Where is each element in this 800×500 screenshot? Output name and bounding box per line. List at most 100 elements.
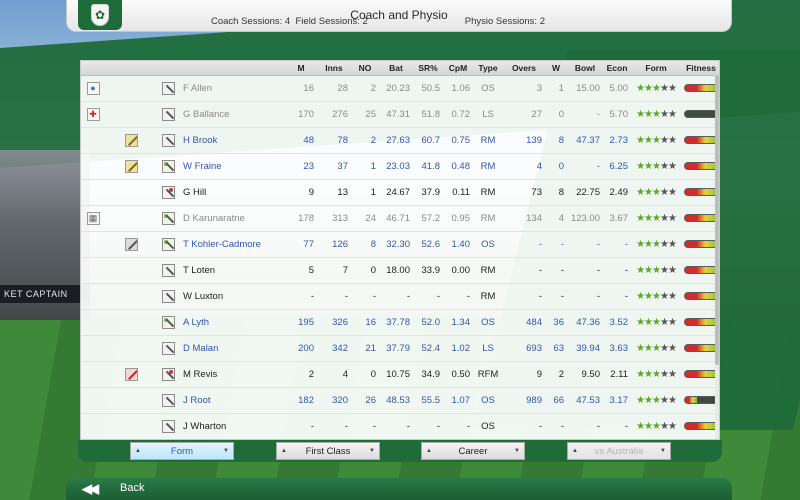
keeper-icon [161,237,175,251]
bat-icon [161,107,175,121]
table-row[interactable]: D Malan 200 342 21 37.79 52.4 1.02 LS 693 63 39.94… [81,335,719,361]
stat-sr: 52.6 [421,238,441,250]
stat-sr: - [436,290,440,302]
players-table-panel: M Inns NO Bat SR% CpM Type Overs W Bowl … [80,60,720,440]
col-header[interactable]: W [545,61,567,76]
form-rating: ★★★★★ [631,257,681,283]
player-name[interactable]: J Wharton [179,413,285,439]
injury-cross-icon[interactable]: ✚ [86,107,100,121]
table-row[interactable]: T Kohler-Cadmore 77 126 8 32.30 52.6 1.40 OS - - -… [81,231,719,257]
period-selector[interactable]: ▲ Career ▼ [421,442,525,460]
stat-econ: 5.00 [609,82,629,94]
player-name[interactable]: A Lyth [179,309,285,335]
table-row[interactable]: G Hill 9 13 1 24.67 37.9 0.11 RM 73 8 22.75 2.49 ★★★… [81,179,719,205]
table-row[interactable]: H Brook 48 78 2 27.63 60.7 0.75 RM 139 8 47.37 2.73… [81,127,719,153]
col-header[interactable]: CpM [443,61,473,76]
back-button[interactable]: Back [120,482,144,494]
stat-bat: 23.03 [386,160,410,172]
table-row[interactable]: W Luxton - - - - - - RM - - - - ★★★★★ [81,283,719,309]
keeper-icon [161,211,175,225]
stat-inns: - [344,420,348,432]
player-name[interactable]: G Ballance [179,101,285,127]
stat-cpm: 1.06 [451,82,471,94]
stat-overs: - [538,238,542,250]
col-header[interactable]: Type [473,61,503,76]
stat-m: 170 [298,108,314,120]
player-name[interactable]: W Fraine [179,153,285,179]
table-row[interactable]: W Fraine 23 37 1 23.03 41.8 0.48 RM 4 0 -6.25 ★★★★★ [81,153,719,179]
table-row[interactable]: A Lyth 195 326 16 37.78 52.0 1.34 OS 484 36 47.36 3… [81,309,719,335]
col-header[interactable]: M [285,61,317,76]
scrollbar-thumb[interactable] [715,75,719,365]
player-name[interactable]: M Revis [179,361,285,387]
col-header[interactable]: Overs [503,61,545,76]
header-bar: Coach and Physio Coach Sessions: 4 Field… [66,0,732,32]
bat-session-icon[interactable] [124,133,138,147]
view-selector[interactable]: ▲ Form ▼ [130,442,234,460]
stat-inns: 126 [332,238,348,250]
stat-cpm: 0.75 [451,134,471,146]
back-arrow-icon[interactable]: ◀◀ [82,481,99,497]
stat-sr: 52.4 [421,342,441,354]
stat-w: - [560,264,564,276]
bat-session-icon[interactable] [124,159,138,173]
form-rating: ★★★★★ [631,127,681,153]
col-header[interactable]: SR% [413,61,443,76]
player-name[interactable]: D Karunaratne [179,205,285,231]
stat-econ: 3.63 [609,342,629,354]
table-row[interactable]: ▦ D Karunaratne 178 313 24 46.71 57.2 0.95 RM 134… [81,205,719,231]
col-header[interactable]: Econ [603,61,631,76]
globe-icon[interactable]: ● [86,81,100,95]
stat-cpm: 0.11 [452,186,470,198]
col-header[interactable]: Bat [379,61,413,76]
player-name[interactable]: D Malan [179,335,285,361]
fitness-bar-fill [685,162,719,169]
table-row[interactable]: J Wharton - - - - - - OS - - - - ★★★★★ [81,413,719,439]
stat-inns: 276 [332,108,348,120]
stat-inns: 37 [337,160,348,172]
star-rating-icon: ★★★★★ [636,316,677,328]
col-header[interactable]: Bowl [567,61,603,76]
form-rating: ★★★★★ [631,335,681,361]
field-session-icon[interactable] [124,237,138,251]
physio-session-icon[interactable] [124,367,138,381]
table-row[interactable]: ● F Allen 16 28 2 20.23 50.5 1.06 OS 3 1 15.00 5.00 ★… [81,75,719,101]
stat-no: 2 [370,134,376,146]
stat-cpm: 0.72 [451,108,471,120]
stat-overs: 989 [526,394,542,406]
player-name[interactable]: J Root [179,387,285,413]
player-name[interactable]: W Luxton [179,283,285,309]
rose-shield-icon: ✿ [91,4,109,26]
stat-type: OS [481,394,495,406]
stat-econ: 3.67 [609,212,629,224]
star-rating-icon: ★★★★★ [636,290,677,302]
player-name[interactable]: T Loten [179,257,285,283]
allrounder-icon [161,367,175,381]
back-bar[interactable] [66,478,732,500]
bat-icon [161,289,175,303]
col-header[interactable]: Fitness [681,61,719,76]
stat-no: 16 [365,316,376,328]
stat-m: 5 [308,264,314,276]
stat-bat: 27.63 [386,134,410,146]
table-row[interactable]: T Loten 5 7 0 18.00 33.9 0.00 RM - - - - ★★★★★ [81,257,719,283]
col-header[interactable]: Form [631,61,681,76]
col-header[interactable]: Inns [317,61,351,76]
table-row[interactable]: J Root 182 320 26 48.53 55.5 1.07 OS 989 66 47.53 3… [81,387,719,413]
stat-bat: - [406,420,410,432]
player-name[interactable]: H Brook [179,127,285,153]
form-rating: ★★★★★ [631,283,681,309]
table-row[interactable]: M Revis 2 4 0 10.75 34.9 0.50 RFM 9 2 9.50 2.11 ★★★★… [81,361,719,387]
star-rating-icon: ★★★★★ [636,134,677,146]
arrow-down-icon: ▼ [660,448,666,454]
fitness-bar-fill [685,84,719,91]
player-name[interactable]: G Hill [179,179,285,205]
player-name[interactable]: T Kohler-Cadmore [179,231,285,257]
col-header[interactable]: NO [351,61,379,76]
competition-selector[interactable]: ▲ First Class ▼ [276,442,380,460]
player-name[interactable]: F Allen [179,75,285,101]
international-duty-icon[interactable]: ▦ [86,211,100,225]
stat-cpm: 0.50 [451,368,471,380]
table-row[interactable]: ✚ G Ballance 170 276 25 47.31 51.8 0.72 LS 27 0 -5.… [81,101,719,127]
fitness-bar-fill [685,292,719,299]
